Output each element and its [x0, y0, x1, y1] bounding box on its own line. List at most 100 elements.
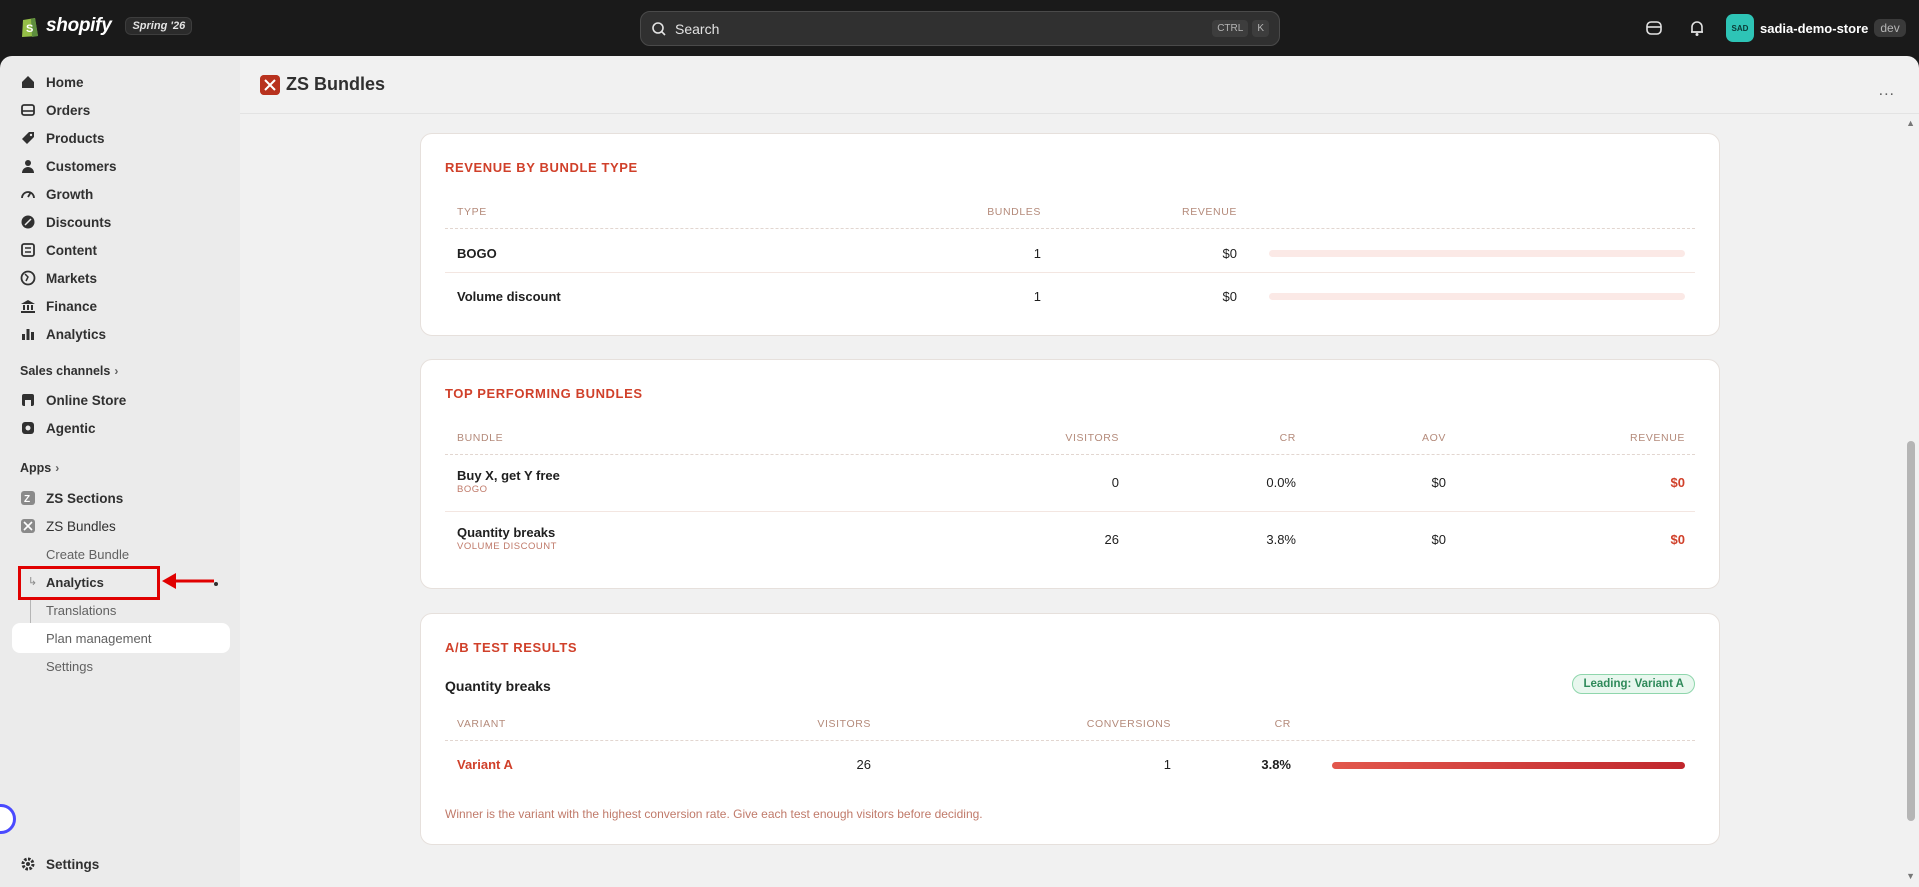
sales-channels-heading[interactable]: Sales channels ›: [20, 364, 118, 378]
sidebar-sub-plan-management[interactable]: Plan management: [46, 631, 152, 646]
card-title: TOP PERFORMING BUNDLES: [445, 386, 643, 401]
leading-variant-badge: Leading: Variant A: [1572, 674, 1695, 694]
sidebar-item-customers[interactable]: Customers: [20, 154, 117, 178]
column-header: REVENUE: [1630, 432, 1685, 444]
sidebar-item-online-store[interactable]: Online Store: [20, 388, 126, 412]
page-title-text: ZS Bundles: [286, 74, 386, 94]
store-icon: [22, 394, 34, 406]
cr-cell: 3.8%: [1261, 757, 1291, 772]
column-header: CR: [1274, 718, 1291, 730]
card-title: A/B TEST RESULTS: [445, 640, 578, 655]
page-title: ZS Bundles: [260, 74, 385, 95]
column-header: VISITORS: [1065, 432, 1119, 444]
sidebar-item-home[interactable]: Home: [20, 70, 84, 94]
revenue-share-bar: [1269, 293, 1685, 300]
sidebar-item-zs-bundles[interactable]: ZS Bundles: [20, 514, 116, 538]
sidebar-item-products[interactable]: Products: [20, 126, 105, 150]
sidebar-item-label: Home: [46, 74, 84, 90]
row-divider: [445, 511, 1695, 512]
scroll-up-icon[interactable]: ▲: [1906, 118, 1915, 128]
top-bar: S shopify Spring '26 Search CTRL K SAD s…: [0, 0, 1919, 56]
annotation-arrow-icon: [162, 573, 214, 589]
person-icon: [22, 160, 34, 173]
main-content: ZS Bundles ... ▲ ▼ REVENUE BY BUNDLE TYP…: [240, 56, 1919, 887]
home-icon: [22, 76, 34, 88]
sidebar-item-agentic[interactable]: Agentic: [20, 416, 96, 440]
store-name: sadia-demo-store: [1760, 20, 1869, 36]
sidebar-item-content[interactable]: Content: [20, 238, 97, 262]
column-header: BUNDLE: [457, 432, 504, 444]
type-cell: Volume discount: [457, 289, 561, 304]
more-actions-button[interactable]: ...: [1879, 82, 1895, 100]
sidebar-item-discounts[interactable]: Discounts: [20, 210, 111, 234]
column-header: CONVERSIONS: [1086, 718, 1171, 730]
column-header: AOV: [1422, 432, 1446, 444]
revenue-cell: $0: [1222, 246, 1237, 261]
sidebar-item-zs-sections[interactable]: Z ZS Sections: [20, 486, 123, 510]
bell-icon[interactable]: [1687, 18, 1707, 38]
gauge-icon: [21, 191, 35, 199]
scroll-down-icon[interactable]: ▼: [1906, 871, 1915, 881]
sidebar-item-growth[interactable]: Growth: [20, 182, 93, 206]
sidebar-sub-translations[interactable]: Translations: [46, 603, 116, 618]
scrollbar-thumb[interactable]: [1907, 441, 1915, 821]
conversions-cell: 1: [1163, 757, 1171, 772]
sidebar-item-label: Online Store: [46, 392, 127, 408]
inbox-icon: [21, 104, 35, 116]
visitors-cell: 26: [1104, 532, 1119, 547]
sidebar-item-analytics[interactable]: Analytics: [20, 322, 106, 346]
sidebar-sub-settings[interactable]: Settings: [46, 659, 93, 674]
sidebar-item-label: Discounts: [46, 214, 112, 230]
tag-icon: [22, 132, 34, 144]
bundles-cell: 1: [1033, 246, 1041, 261]
discount-icon: [21, 215, 35, 229]
revenue-share-bar: [1269, 250, 1685, 257]
edition-badge[interactable]: Spring '26: [125, 17, 193, 35]
sidekick-icon[interactable]: [1644, 18, 1664, 38]
column-header: VARIANT: [457, 718, 506, 730]
shopify-logo[interactable]: S shopify Spring '26: [20, 14, 193, 38]
bundle-name[interactable]: Buy X, get Y free: [457, 468, 560, 483]
sidebar-item-label: ZS Bundles: [46, 518, 116, 534]
zs-bundles-app-icon: [21, 519, 35, 533]
cr-share-bar: [1332, 762, 1685, 769]
gear-icon: [21, 857, 35, 871]
sidebar-item-label: Customers: [46, 158, 117, 174]
header-divider: [240, 113, 1919, 114]
zs-bundles-logo-icon: [260, 74, 280, 95]
sidebar-item-label: Agentic: [46, 420, 96, 436]
search-placeholder: Search: [675, 20, 720, 37]
revenue-cell: $0: [1670, 475, 1685, 490]
column-header: BUNDLES: [987, 206, 1041, 218]
sidebar-sub-create-bundle[interactable]: Create Bundle: [46, 547, 129, 562]
header-divider: [445, 228, 1695, 229]
bundle-name[interactable]: Quantity breaks: [457, 525, 555, 540]
header-divider: [445, 740, 1695, 741]
sidebar-item-label: Finance: [46, 298, 98, 314]
pin-dot: [214, 582, 218, 586]
apps-label: Apps: [20, 461, 52, 475]
bar-chart-icon: [22, 329, 34, 340]
visitors-cell: 0: [1111, 475, 1119, 490]
variant-name[interactable]: Variant A: [457, 757, 513, 772]
cr-cell: 0.0%: [1266, 475, 1296, 490]
floating-help-button[interactable]: [0, 804, 16, 834]
revenue-cell: $0: [1222, 289, 1237, 304]
store-switcher[interactable]: SAD sadia-demo-store dev: [1726, 14, 1906, 42]
logo-text: shopify: [46, 15, 112, 36]
agentic-icon: [22, 422, 34, 434]
globe-icon: [20, 270, 36, 286]
sidebar-item-settings[interactable]: Settings: [20, 852, 99, 876]
search-bar[interactable]: Search CTRL K: [640, 11, 1280, 46]
sidebar-item-finance[interactable]: Finance: [20, 294, 97, 318]
type-cell: BOGO: [457, 246, 497, 261]
ab-test-footnote: Winner is the variant with the highest c…: [445, 807, 983, 821]
sidebar-item-orders[interactable]: Orders: [20, 98, 90, 122]
content-icon: [21, 243, 35, 257]
sidebar-item-markets[interactable]: Markets: [20, 266, 97, 290]
revenue-cell: $0: [1670, 532, 1685, 547]
apps-heading[interactable]: Apps ›: [20, 461, 59, 475]
bundle-kind: VOLUME DISCOUNT: [457, 541, 557, 552]
column-header: REVENUE: [1182, 206, 1237, 218]
shortcut-k: K: [1252, 20, 1269, 37]
